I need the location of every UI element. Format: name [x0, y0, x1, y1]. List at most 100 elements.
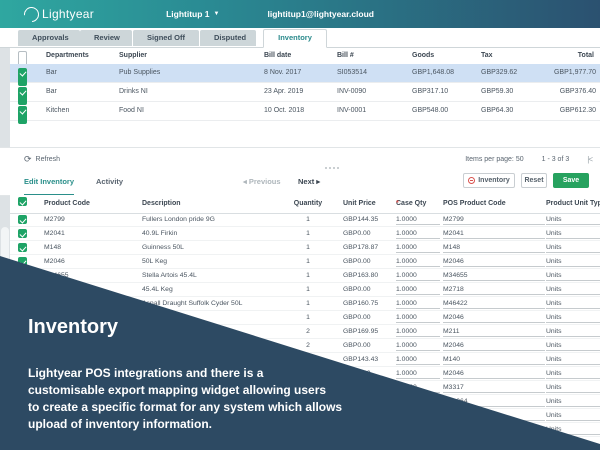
cell-total: GBP1,977.70: [554, 64, 596, 82]
tab-review[interactable]: Review: [80, 30, 132, 46]
product-unit-type-input[interactable]: Units: [546, 241, 600, 253]
product-unit-type-input[interactable]: Units: [546, 367, 600, 379]
refresh-button[interactable]: ⟳ Refresh: [24, 148, 60, 170]
refresh-icon: ⟳: [24, 154, 32, 165]
cell-unit-price: GBP0.00: [343, 227, 371, 240]
cell-total: GBP612.30: [560, 102, 596, 120]
product-unit-type-input[interactable]: Units: [546, 227, 600, 239]
cell-bill-date: 10 Oct. 2018: [264, 102, 304, 120]
cell-description: 45.4L Keg: [142, 283, 173, 296]
items-per-page[interactable]: Items per page: 50: [465, 156, 523, 163]
case-qty-input[interactable]: 1.0000: [396, 213, 440, 225]
cell-description: 50L Keg: [142, 255, 167, 268]
product-unit-type-input[interactable]: Units: [546, 311, 600, 323]
case-qty-input[interactable]: 1.0000: [396, 367, 440, 379]
edit-panel-header: Edit Inventory Activity ◂ Previous Next …: [0, 169, 600, 196]
table-row[interactable]: M2041 40.9L Firkin 1 GBP0.00 1.0000 M204…: [10, 227, 600, 241]
table-row[interactable]: Bar Drinks NI 23 Apr. 2019 INV-0090 GBP3…: [10, 83, 600, 102]
case-qty-input[interactable]: 1.0000: [396, 269, 440, 281]
product-unit-type-input[interactable]: Units: [546, 283, 600, 295]
table-row[interactable]: M2799 Fullers London pride 9G 1 GBP144.3…: [10, 213, 600, 227]
pos-product-code-input[interactable]: M3317: [443, 381, 545, 393]
row-checkbox[interactable]: [18, 215, 27, 224]
cell-quantity: 1: [288, 213, 328, 226]
product-unit-type-input[interactable]: Units: [546, 409, 600, 421]
case-qty-input[interactable]: 1.0000: [396, 255, 440, 267]
case-qty-input[interactable]: 1.0000: [396, 311, 440, 323]
next-button[interactable]: Next ▸: [298, 169, 320, 194]
cell-goods: GBP548.00: [412, 102, 448, 120]
pos-product-code-input[interactable]: M2046: [443, 255, 545, 267]
cell-unit-price: GBP0.00: [343, 311, 371, 324]
cell-department: Kitchen: [46, 102, 69, 120]
table-row[interactable]: Bar Pub Supplies 8 Nov. 2017 SI053514 GB…: [10, 64, 600, 83]
row-checkbox[interactable]: [18, 106, 27, 124]
pos-product-code-input[interactable]: M148: [443, 241, 545, 253]
pos-product-code-input[interactable]: M140: [443, 353, 545, 365]
product-unit-type-input[interactable]: Units: [546, 353, 600, 365]
cell-product-code: M148: [44, 241, 61, 254]
previous-button[interactable]: ◂ Previous: [243, 169, 281, 194]
case-qty-input[interactable]: 1.0000: [396, 283, 440, 295]
cell-bill-number: SI053514: [337, 64, 367, 82]
cell-unit-price: GBP160.75: [343, 297, 378, 310]
save-button[interactable]: Save: [553, 173, 589, 188]
cell-unit-price: GBP0.00: [343, 255, 371, 268]
table-row[interactable]: M2046 50L Keg 1 GBP0.00 1.0000 M2046 Uni…: [10, 255, 600, 269]
cell-quantity: 1: [288, 269, 328, 282]
row-checkbox[interactable]: [18, 229, 27, 238]
pos-product-code-input[interactable]: M34655: [443, 269, 545, 281]
pos-product-code-input[interactable]: M46422: [443, 297, 545, 309]
tab-disputed[interactable]: Disputed: [200, 30, 256, 46]
pos-product-code-input[interactable]: M2046: [443, 339, 545, 351]
pos-product-code-input[interactable]: M2718: [443, 283, 545, 295]
product-unit-type-input[interactable]: Units: [546, 395, 600, 407]
cell-quantity: 1: [288, 227, 328, 240]
product-unit-type-input[interactable]: Units: [546, 297, 600, 309]
case-qty-input[interactable]: 1.0000: [396, 339, 440, 351]
pos-product-code-input[interactable]: M211: [443, 325, 545, 337]
pagination: Items per page: 50 1 - 3 of 3 |<: [465, 148, 592, 170]
tab-inventory[interactable]: Inventory: [263, 29, 327, 48]
pos-product-code-input[interactable]: M2799: [443, 213, 545, 225]
pos-product-code-input[interactable]: M2046: [443, 311, 545, 323]
pos-product-code-input[interactable]: M2041: [443, 227, 545, 239]
cell-unit-price: GBP163.80: [343, 269, 378, 282]
case-qty-input[interactable]: 1.0000: [396, 325, 440, 337]
col-pos-product-code: POS Product Code: [443, 195, 545, 213]
case-qty-input[interactable]: 1.0000: [396, 297, 440, 309]
tab-edit-inventory[interactable]: Edit Inventory: [24, 169, 74, 196]
first-page-icon[interactable]: |<: [587, 155, 592, 164]
items-per-page-value[interactable]: 50: [516, 156, 524, 163]
table-row[interactable]: M34655 Stella Artois 45.4L 1 GBP163.80 1…: [10, 269, 600, 283]
tab-approvals[interactable]: Approvals: [18, 30, 80, 46]
case-qty-input[interactable]: 1.0000: [396, 227, 440, 239]
case-qty-input[interactable]: 1.0000: [396, 241, 440, 253]
col-supplier: Supplier: [119, 47, 147, 64]
tab-signed-off[interactable]: Signed Off: [133, 30, 199, 46]
product-unit-type-input[interactable]: Units: [546, 269, 600, 281]
product-unit-type-input[interactable]: Units: [546, 325, 600, 337]
pos-product-code-input[interactable]: M2046: [443, 367, 545, 379]
row-checkbox[interactable]: [18, 243, 27, 252]
product-unit-type-input[interactable]: Units: [546, 339, 600, 351]
overlay-title: Inventory: [28, 316, 118, 339]
topbar: Lightyear Lightitup 1 ▼ lightitup1@light…: [0, 0, 600, 28]
tab-activity[interactable]: Activity: [96, 169, 123, 194]
product-unit-type-input[interactable]: Units: [546, 255, 600, 267]
product-unit-type-input[interactable]: Units: [546, 213, 600, 225]
col-unit-price: Unit Price: [343, 195, 376, 213]
product-unit-type-input[interactable]: Units: [546, 381, 600, 393]
table-row[interactable]: Kitchen Food NI 10 Oct. 2018 INV-0001 GB…: [10, 102, 600, 121]
col-description: Description: [142, 195, 181, 213]
cell-supplier: Food NI: [119, 102, 144, 120]
remove-inventory-button[interactable]: Inventory: [463, 173, 515, 188]
cell-quantity: 1: [288, 311, 328, 324]
col-bill-number: Bill #: [337, 47, 354, 64]
case-qty-input[interactable]: 1.0000: [396, 353, 440, 365]
reset-button[interactable]: Reset: [521, 173, 547, 188]
select-all-checkbox[interactable]: [18, 197, 27, 206]
cell-quantity: 1: [288, 297, 328, 310]
table-row[interactable]: M148 Guinness 50L 1 GBP178.87 1.0000 M14…: [10, 241, 600, 255]
org-selector[interactable]: Lightitup 1 ▼: [166, 9, 219, 19]
